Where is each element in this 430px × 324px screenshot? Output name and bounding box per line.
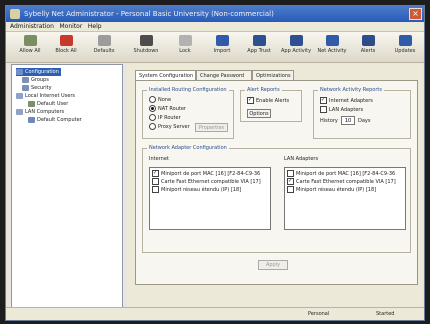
sidebar-item-security[interactable]: Security (22, 84, 52, 92)
lan-adapter-list: Miniport de port MAC [16] [F2-84-C9-36 C… (284, 167, 406, 230)
internet-adapters-report-checkbox[interactable] (320, 96, 327, 104)
toolbar-lock-button[interactable]: Lock (167, 34, 203, 59)
status-mode: Personal (308, 311, 330, 317)
sidebar-item-default-user[interactable]: Default User (28, 100, 68, 108)
toolbar-import-button[interactable]: Import (204, 34, 240, 59)
appactivity-icon (289, 35, 303, 46)
internet-adapter-list: Miniport de port MAC [16] [F2-84-C9-36 C… (149, 167, 271, 230)
users-icon (16, 92, 23, 99)
toolbar-net-activity-button[interactable]: Net Activity (314, 34, 350, 59)
routing-group-title: Installed Routing Configuration (147, 86, 229, 95)
alerts-group-title: Alert Reports (245, 86, 282, 95)
system-configuration-panel: Installed Routing Configuration None NAT… (135, 80, 418, 285)
security-icon (22, 84, 29, 91)
sidebar-item-groups[interactable]: Groups (22, 76, 49, 84)
internet-adapters-report-option[interactable]: Internet Adapters (320, 96, 373, 105)
adapter-configuration-group: Network Adapter Configuration Internet L… (142, 144, 411, 253)
adapter-configuration-title: Network Adapter Configuration (147, 144, 229, 153)
status-state: Started (376, 311, 395, 317)
title-bar: Sybelly Net Administrator - Personal Bas… (6, 6, 424, 22)
lan-adapter-checkbox[interactable] (287, 186, 294, 193)
network-reports-group: Network Activity Reports Internet Adapte… (313, 86, 411, 139)
lan-adapters-report-checkbox[interactable] (320, 106, 327, 113)
alerts-group: Alert Reports Enable Alerts Options (240, 86, 302, 122)
status-bar: Personal Started (6, 307, 424, 320)
toolbar-allow-all-button[interactable]: Allow All (12, 34, 48, 59)
lan-adapter-item[interactable]: Carte Fast Ethernet compatible VIA [17] (287, 177, 396, 186)
lan-adapter-checkbox[interactable] (287, 177, 294, 185)
routing-none-option[interactable]: None (149, 96, 171, 104)
lan-icon (16, 108, 23, 115)
lan-adapter-item[interactable]: Miniport réseau étendu (IP) [18] (287, 186, 376, 194)
netactivity-icon (325, 35, 339, 46)
updates-icon (398, 35, 412, 46)
lan-adapter-item[interactable]: Miniport de port MAC [16] [F2-84-C9-36 (287, 170, 395, 178)
internet-adapter-item[interactable]: Carte Fast Ethernet compatible VIA [17] (152, 178, 261, 186)
window-title: Sybelly Net Administrator - Personal Bas… (24, 10, 274, 18)
alert-options-button[interactable]: Options (247, 109, 271, 118)
computer-icon (28, 116, 35, 123)
history-label: History (320, 118, 338, 124)
internet-adapter-item[interactable]: Miniport de port MAC [16] [F2-84-C9-36 (152, 169, 260, 178)
routing-proxy-option[interactable]: Proxy Server (149, 123, 190, 131)
internet-adapters-title: Internet (149, 156, 169, 162)
import-icon (215, 35, 229, 46)
routing-nat-radio[interactable] (149, 105, 156, 112)
internet-adapter-checkbox[interactable] (152, 186, 159, 193)
routing-ip-option[interactable]: IP Router (149, 114, 181, 122)
alerts-icon (361, 35, 375, 46)
toolbar-app-activity-button[interactable]: App Activity (278, 34, 314, 59)
days-label: Days (358, 118, 371, 124)
sidebar-item-default-computer[interactable]: Default Computer (28, 116, 82, 124)
screen-frame: Sybelly Net Administrator - Personal Bas… (0, 0, 430, 324)
lock-icon (178, 35, 192, 46)
app-window: Sybelly Net Administrator - Personal Bas… (5, 5, 425, 321)
network-reports-title: Network Activity Reports (318, 86, 384, 95)
app-icon (10, 9, 20, 19)
enable-alerts-checkbox[interactable] (247, 96, 254, 104)
main-panel: System Configuration Change Password Opt… (127, 64, 423, 308)
apptrust-icon (252, 35, 266, 46)
toolbar-alerts-button[interactable]: Alerts (350, 34, 386, 59)
tab-optimizations[interactable]: Optimizations (252, 70, 294, 80)
apply-button[interactable]: Apply (258, 260, 288, 270)
sidebar-tree: Configuration Groups Security Local Inte… (11, 64, 123, 308)
toolbar-app-trust-button[interactable]: App Trust (241, 34, 277, 59)
defaults-icon (97, 35, 111, 46)
block-icon (59, 35, 73, 46)
sidebar-item-lan-computers[interactable]: LAN Computers (16, 108, 64, 116)
menu-help[interactable]: Help (88, 22, 102, 31)
internet-adapter-checkbox[interactable] (152, 169, 159, 177)
toolbar-updates-button[interactable]: Updates (387, 34, 423, 59)
routing-proxy-radio[interactable] (149, 123, 156, 130)
menu-bar: Administration Monitor Help (6, 22, 424, 32)
groups-icon (22, 76, 29, 83)
toolbar-block-all-button[interactable]: Block All (48, 34, 84, 59)
internet-adapter-item[interactable]: Miniport réseau étendu (IP) [18] (152, 186, 241, 194)
tab-change-password[interactable]: Change Password (196, 70, 252, 80)
toolbar-shutdown-button[interactable]: Shutdown (128, 34, 164, 59)
user-icon (28, 100, 35, 107)
internet-adapter-checkbox[interactable] (152, 178, 159, 185)
lan-adapters-report-option[interactable]: LAN Adapters (320, 106, 363, 114)
proxy-properties-button[interactable]: Properties (195, 123, 228, 132)
sidebar-item-local-users[interactable]: Local Internet Users (16, 92, 75, 100)
routing-group: Installed Routing Configuration None NAT… (142, 86, 234, 139)
sidebar-item-configuration[interactable]: Configuration (16, 68, 61, 76)
menu-monitor[interactable]: Monitor (60, 22, 83, 31)
lan-adapter-checkbox[interactable] (287, 170, 294, 177)
lan-adapters-title: LAN Adapters (284, 156, 319, 162)
shutdown-icon (139, 35, 153, 46)
enable-alerts-option[interactable]: Enable Alerts (247, 96, 289, 105)
routing-none-radio[interactable] (149, 96, 156, 103)
toolbar: Allow All Block All Defaults Shutdown Lo… (6, 32, 424, 63)
history-days-input[interactable]: 10 (341, 116, 355, 125)
routing-nat-option[interactable]: NAT Router (149, 105, 186, 113)
configuration-icon (16, 68, 23, 75)
allow-icon (23, 35, 37, 46)
close-button[interactable]: × (409, 8, 422, 20)
toolbar-defaults-button[interactable]: Defaults (86, 34, 122, 59)
menu-administration[interactable]: Administration (10, 22, 54, 31)
routing-ip-radio[interactable] (149, 114, 156, 121)
